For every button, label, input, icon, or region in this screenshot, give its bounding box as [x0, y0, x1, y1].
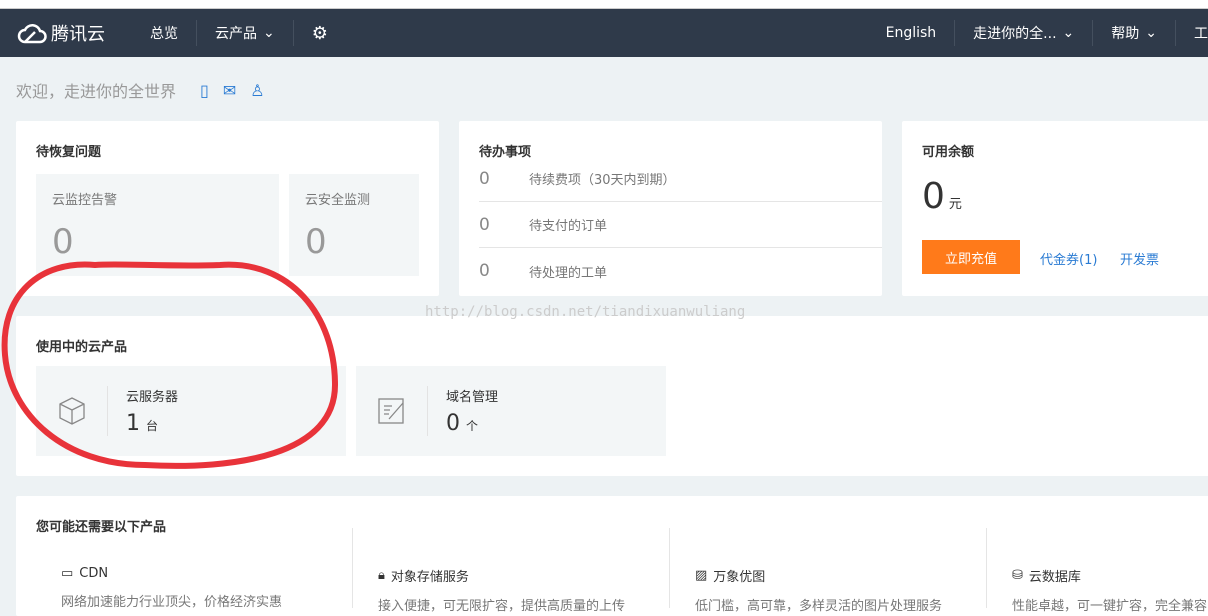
- edit-document-icon: [377, 398, 404, 424]
- watermark: http://blog.csdn.net/tiandixuanwuliang: [425, 304, 746, 320]
- gear-icon: ⚙: [311, 22, 328, 44]
- todo-count: 0: [479, 214, 490, 235]
- recommend-name: CDN: [79, 566, 109, 581]
- tile-label: 云监控告警: [52, 193, 118, 208]
- nav-account-label: 走进你的全...: [973, 26, 1057, 42]
- balance-unit: 元: [948, 197, 962, 212]
- todo-item[interactable]: 0 待支付的订单: [479, 202, 882, 248]
- brand-logo[interactable]: 腾讯云: [17, 20, 132, 46]
- product-domain[interactable]: 域名管理 0 个: [356, 366, 666, 456]
- nav-overview[interactable]: 总览: [132, 9, 196, 57]
- product-name: 域名管理: [446, 390, 499, 405]
- card-title: 可用余额: [922, 145, 975, 160]
- todo-item[interactable]: 0 待处理的工单: [479, 248, 882, 294]
- nav-help-label: 帮助: [1111, 26, 1140, 42]
- nav-products[interactable]: 云产品 ⌄: [197, 9, 293, 57]
- browser-bookmark-strip: [0, 0, 1208, 9]
- recommend-cdn[interactable]: ▭ CDN 网络加速能力行业顶尖，价格经济实惠: [36, 528, 353, 610]
- recommend-desc: 网络加速能力行业顶尖，价格经济实惠: [61, 595, 283, 610]
- nav-help[interactable]: 帮助 ⌄: [1093, 9, 1175, 57]
- lock-icon: 🔒︎: [378, 568, 385, 583]
- todo-card: 待办事项 0 待续费项（30天内到期） 0 待支付的订单 0 待处理的工单: [459, 121, 882, 296]
- top-nav: 腾讯云 总览 云产品 ⌄ ⚙ English 走进你的全... ⌄ 帮助 ⌄ 工: [0, 9, 1208, 57]
- product-unit: 个: [466, 419, 479, 433]
- todo-item[interactable]: 0 待续费项（30天内到期）: [479, 156, 882, 202]
- recharge-button[interactable]: 立即充值: [922, 240, 1020, 274]
- welcome-bar: 欢迎，走进你的全世界 ▯ ✉ ♙: [16, 78, 265, 102]
- invoice-link[interactable]: 开发票: [1120, 249, 1159, 268]
- database-icon: ⛁: [1012, 568, 1023, 583]
- recommend-image[interactable]: ▨ 万象优图 低门槛，高可靠，多样灵活的图片处理服务: [670, 528, 987, 614]
- welcome-text: 欢迎，走进你的全世界: [16, 82, 177, 101]
- recommend-name: 云数据库: [1028, 570, 1081, 585]
- nav-english[interactable]: English: [868, 9, 955, 57]
- todo-label: 待处理的工单: [529, 265, 608, 281]
- cloud-logo-icon: [17, 24, 47, 44]
- red-circle-annotation: [1, 261, 339, 469]
- chevron-down-icon: ⌄: [263, 25, 275, 41]
- image-icon: ▨: [695, 568, 708, 583]
- todo-count: 0: [479, 261, 490, 281]
- chevron-down-icon: ⌄: [1062, 25, 1075, 41]
- chevron-down-icon: ⌄: [1145, 25, 1157, 41]
- recommend-db[interactable]: ⛁ 云数据库 性能卓越，可一键扩容，完全兼容: [987, 528, 1208, 614]
- balance-amount: 0: [922, 176, 945, 217]
- product-count: 0: [446, 411, 460, 436]
- cdn-icon: ▭: [61, 566, 74, 581]
- todo-label: 待续费项（30天内到期）: [529, 173, 676, 188]
- nav-products-label: 云产品: [215, 26, 257, 42]
- nav-overview-label: 总览: [150, 26, 178, 42]
- tile-label: 云安全监测: [305, 193, 371, 208]
- user-icon[interactable]: ♙: [250, 81, 264, 100]
- mail-icon[interactable]: ✉: [223, 81, 236, 100]
- voucher-link[interactable]: 代金券(1): [1040, 249, 1097, 268]
- nav-more-label: 工: [1194, 26, 1208, 42]
- mobile-icon[interactable]: ▯: [200, 81, 209, 100]
- recommend-name: 万象优图: [713, 570, 766, 585]
- card-title: 待恢复问题: [36, 145, 102, 160]
- recommend-cos[interactable]: 🔒︎ 对象存储服务 接入便捷，可无限扩容，提供高质量的上传: [353, 528, 670, 614]
- nav-account[interactable]: 走进你的全... ⌄: [955, 9, 1092, 57]
- settings-button[interactable]: ⚙: [294, 9, 346, 57]
- nav-more[interactable]: 工: [1176, 9, 1208, 57]
- nav-english-label: English: [885, 25, 937, 41]
- balance-card: 可用余额 0 元 立即充值 代金券(1) 开发票: [902, 121, 1208, 296]
- todo-label: 待支付的订单: [529, 219, 608, 234]
- brand-name: 腾讯云: [51, 24, 105, 45]
- recommend-name: 对象存储服务: [390, 570, 469, 585]
- todo-count: 0: [479, 168, 490, 189]
